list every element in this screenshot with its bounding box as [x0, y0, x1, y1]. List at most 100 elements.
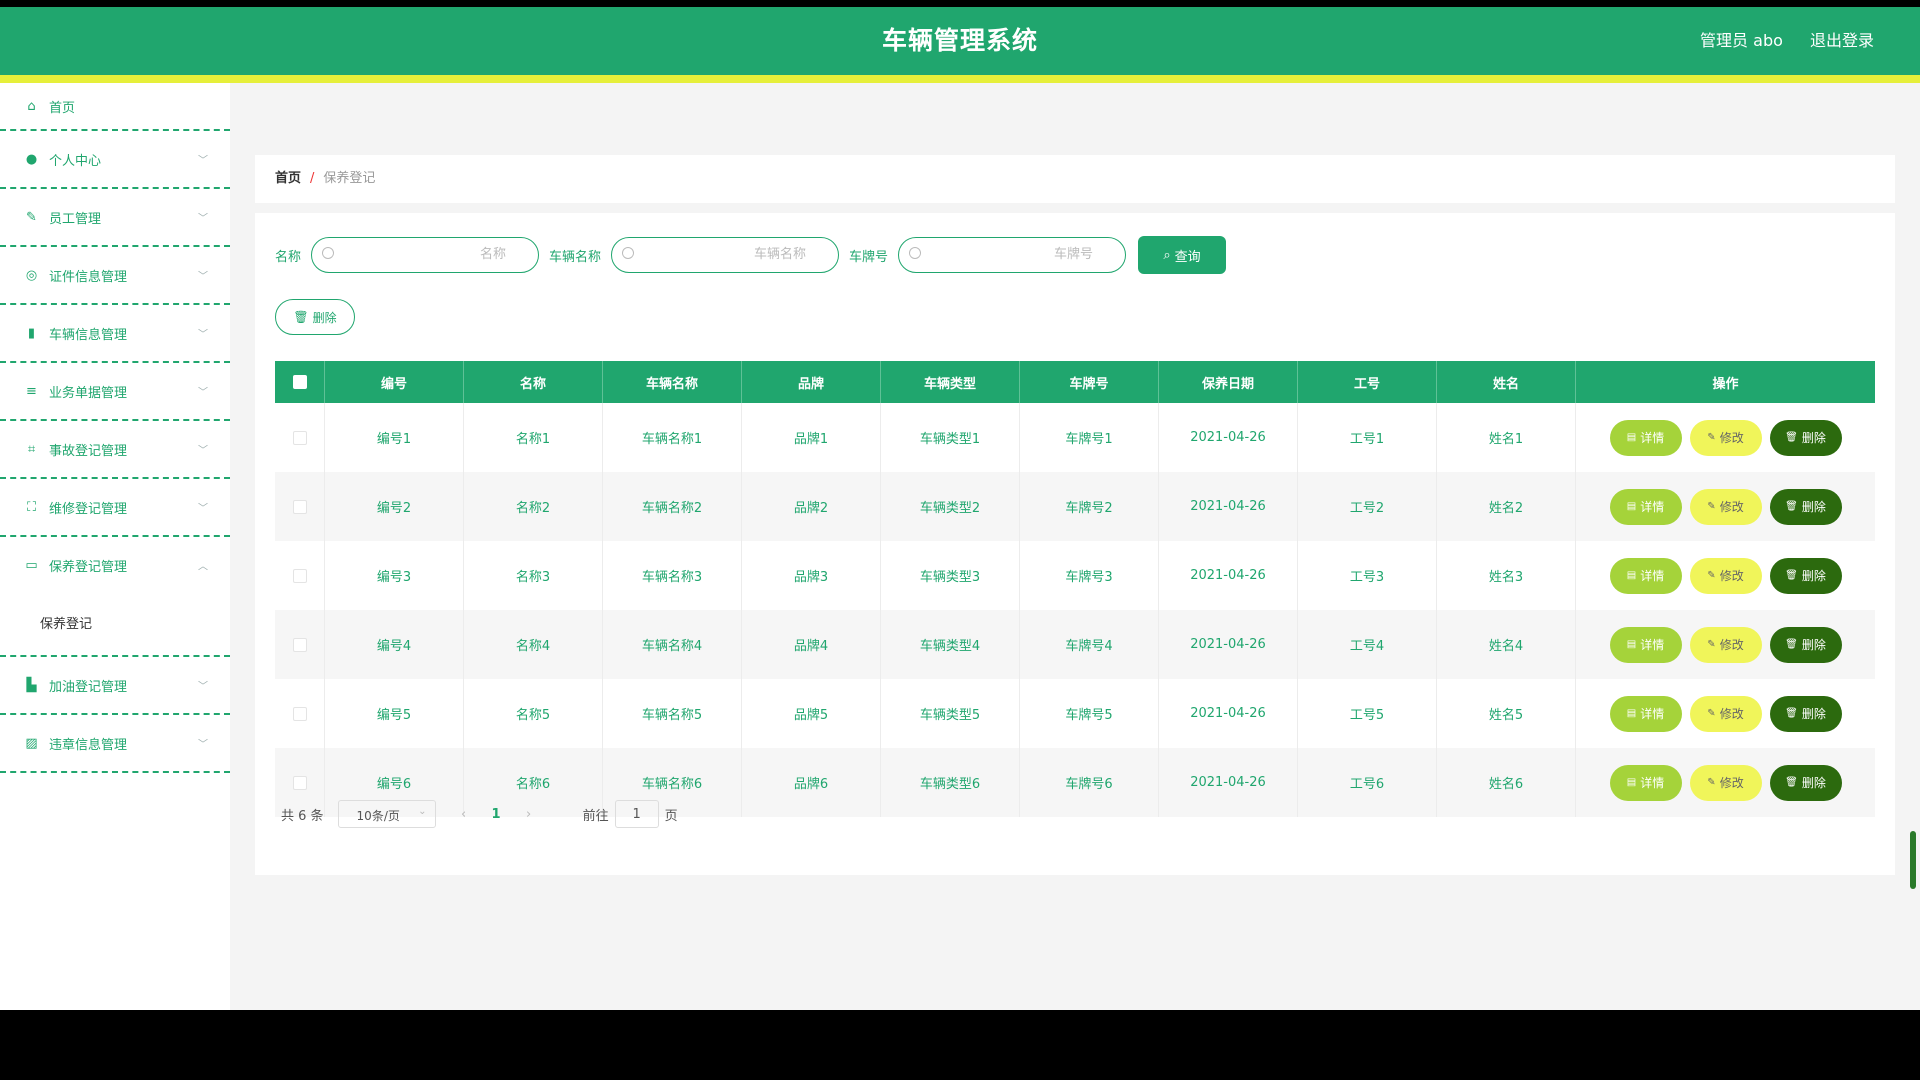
sidebar-item[interactable]: ▙ 加油登记管理 ﹀	[0, 657, 230, 715]
plate-search-field[interactable]	[898, 237, 1127, 273]
page-scrollbar[interactable]	[1910, 831, 1916, 889]
current-page[interactable]: 1	[492, 807, 501, 822]
column-header: 名称	[464, 361, 603, 403]
detail-button[interactable]: ▤ 详情	[1609, 695, 1682, 732]
vehicle-icon: ▮	[27, 325, 36, 341]
table-cell: 车辆名称3	[603, 541, 742, 610]
doc-icon: ▤	[1626, 570, 1637, 581]
table-cell: 名称3	[464, 541, 603, 610]
edit-button[interactable]: ✎ 修改	[1689, 764, 1762, 801]
select-all-checkbox[interactable]	[292, 375, 307, 389]
table-cell: 车牌号6	[1020, 748, 1159, 817]
page-size-value: 10条/页	[356, 809, 400, 823]
prev-page-button[interactable]: ‹	[454, 807, 474, 822]
sidebar-item[interactable]: ● 个人中心 ﹀	[0, 131, 230, 189]
table-cell: 车辆名称1	[603, 403, 742, 472]
next-page-button[interactable]: ›	[519, 807, 539, 822]
staff-icon: ✎	[26, 209, 37, 225]
detail-button[interactable]: ▤ 详情	[1609, 419, 1682, 456]
delete-button[interactable]: 🗑 删除	[1769, 626, 1842, 663]
delete-button[interactable]: 🗑 删除	[1769, 557, 1842, 594]
row-select-cell	[275, 403, 325, 472]
sidebar-item-label: 车辆信息管理	[49, 327, 128, 343]
row-checkbox[interactable]	[292, 637, 307, 652]
vehicle-name-input[interactable]	[674, 246, 809, 263]
sidebar-item[interactable]: ⌗ 事故登记管理 ﹀	[0, 421, 230, 479]
chevron-down-icon: ﹀	[198, 155, 208, 167]
edit-button[interactable]: ✎ 修改	[1689, 488, 1762, 525]
plate-label: 车牌号	[849, 249, 889, 265]
sidebar-subitem-maintenance[interactable]: 保养登记	[0, 593, 230, 657]
chevron-down-icon: ﹀	[198, 503, 208, 515]
bulk-delete-button[interactable]: 🗑 删除	[275, 299, 355, 335]
breadcrumb-card: 首页 / 保养登记	[255, 155, 1895, 203]
sidebar-item[interactable]: ✎ 员工管理 ﹀	[0, 189, 230, 247]
plate-input[interactable]	[961, 246, 1096, 263]
table-cell: 姓名3	[1437, 541, 1576, 610]
table-cell: 工号3	[1298, 541, 1437, 610]
user-label[interactable]: 管理员 abo	[1700, 31, 1783, 50]
trash-icon: 🗑	[1785, 432, 1798, 443]
detail-button[interactable]: ▤ 详情	[1609, 488, 1682, 525]
row-checkbox[interactable]	[292, 499, 307, 514]
edit-button[interactable]: ✎ 修改	[1689, 419, 1762, 456]
table-cell: 名称5	[464, 679, 603, 748]
table-cell: 编号1	[325, 403, 464, 472]
breadcrumb-home[interactable]: 首页	[275, 171, 301, 186]
detail-button[interactable]: ▤ 详情	[1609, 764, 1682, 801]
query-button[interactable]: ⌕ 查询	[1138, 236, 1227, 274]
page-size-select[interactable]: 10条/页 ⌄	[337, 800, 436, 828]
table-cell: 车辆名称2	[603, 472, 742, 541]
sidebar-item[interactable]: ⌂ 首页	[0, 83, 230, 131]
row-select-cell	[275, 679, 325, 748]
edit-button[interactable]: ✎ 修改	[1689, 557, 1762, 594]
detail-button[interactable]: ▤ 详情	[1609, 626, 1682, 663]
table-cell: 车牌号5	[1020, 679, 1159, 748]
logout-button[interactable]: 退出登录	[1810, 31, 1874, 50]
sidebar-item[interactable]: ▭ 保养登记管理 ︿	[0, 537, 230, 593]
row-checkbox[interactable]	[292, 706, 307, 721]
fuel-icon: ▙	[26, 677, 37, 693]
search-icon	[322, 247, 335, 259]
delete-button[interactable]: 🗑 删除	[1769, 488, 1842, 525]
edit-button[interactable]: ✎ 修改	[1689, 626, 1762, 663]
delete-button[interactable]: 🗑 删除	[1769, 764, 1842, 801]
column-header: 品牌	[742, 361, 881, 403]
sidebar-item[interactable]: ⛶ 维修登记管理 ﹀	[0, 479, 230, 537]
row-checkbox[interactable]	[292, 568, 307, 583]
detail-button[interactable]: ▤ 详情	[1609, 557, 1682, 594]
sidebar-item-content: ⌗ 事故登记管理	[24, 421, 127, 477]
trash-icon: 🗑	[1785, 570, 1798, 581]
table-cell: 车牌号1	[1020, 403, 1159, 472]
name-label: 名称	[275, 249, 302, 265]
query-button-label: 查询	[1174, 249, 1201, 265]
table-cell: 姓名2	[1437, 472, 1576, 541]
goto-label: 前往	[582, 808, 609, 824]
row-checkbox[interactable]	[292, 775, 307, 790]
pencil-icon: ✎	[1707, 570, 1716, 581]
actions-cell: ▤ 详情 ✎ 修改 🗑 删除	[1576, 748, 1875, 817]
edit-button-label: 修改	[1719, 431, 1744, 445]
table-cell: 车牌号2	[1020, 472, 1159, 541]
sidebar-item[interactable]: ◎ 证件信息管理 ﹀	[0, 247, 230, 305]
delete-button[interactable]: 🗑 删除	[1769, 695, 1842, 732]
sidebar-item[interactable]: ≡ 业务单据管理 ﹀	[0, 363, 230, 421]
goto-page-input[interactable]: 1	[614, 800, 659, 828]
sidebar-item-label: 员工管理	[49, 211, 102, 227]
sidebar-item[interactable]: ▨ 违章信息管理 ﹀	[0, 715, 230, 773]
row-checkbox[interactable]	[292, 430, 307, 445]
table-cell: 编号5	[325, 679, 464, 748]
name-search-field[interactable]	[311, 237, 540, 273]
table-cell: 2021-04-26	[1159, 541, 1298, 610]
edit-button[interactable]: ✎ 修改	[1689, 695, 1762, 732]
table-row: 编号2 名称2 车辆名称2 品牌2 车辆类型2 车牌号2 2021-04-26 工号2 姓名2 ▤…	[275, 472, 1875, 541]
vehicle-name-search-field[interactable]	[611, 237, 840, 273]
search-icon: ⌕	[1163, 247, 1171, 263]
breadcrumb: 首页 / 保养登记	[275, 155, 375, 203]
column-header: 操作	[1712, 376, 1739, 392]
pencil-icon: ✎	[1707, 639, 1716, 650]
delete-button-label: 删除	[1801, 431, 1826, 445]
sidebar-item[interactable]: ▮ 车辆信息管理 ﹀	[0, 305, 230, 363]
delete-button[interactable]: 🗑 删除	[1769, 419, 1842, 456]
name-input[interactable]	[374, 246, 509, 263]
